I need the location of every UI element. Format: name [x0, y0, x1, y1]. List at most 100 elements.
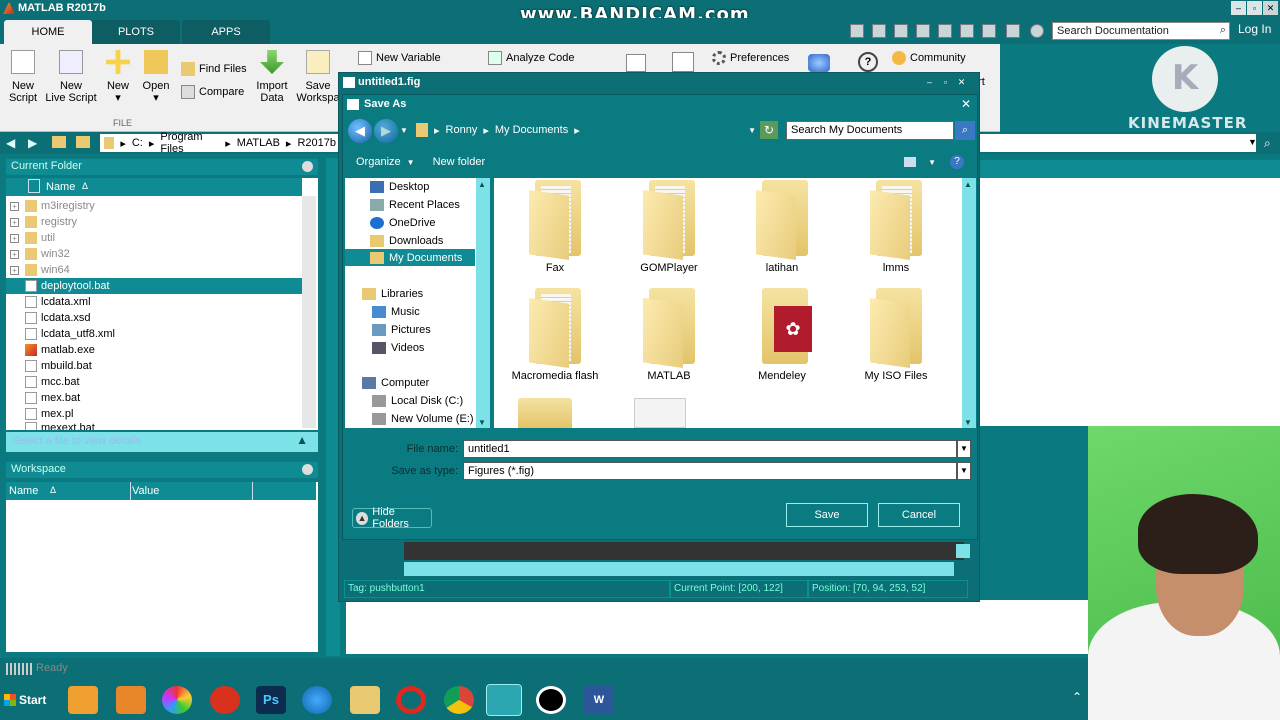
chevron-down-icon[interactable]: ▼: [957, 440, 971, 458]
scroll-down-icon[interactable]: ▼: [478, 418, 486, 427]
folder-tile[interactable]: Macromedia flash: [500, 288, 610, 382]
undo-quick-icon[interactable]: [960, 24, 974, 38]
import-data-button[interactable]: Import Data: [256, 50, 288, 104]
browse-folder-icon[interactable]: [76, 136, 90, 148]
chevron-down-icon[interactable]: ▼: [1248, 137, 1257, 147]
switch-windows-icon[interactable]: [1006, 24, 1020, 38]
new-variable-button[interactable]: New Variable: [358, 51, 441, 65]
help-quick-icon[interactable]: [1030, 24, 1044, 38]
folder-scrollbar[interactable]: [302, 196, 316, 428]
file-icon[interactable]: [634, 398, 686, 428]
open-button[interactable]: Open ▾: [140, 50, 172, 104]
current-folder-path[interactable]: ▸ C: ▸ Program Files ▸ MATLAB ▸ R2017b: [100, 131, 340, 155]
path-segment[interactable]: Program Files: [160, 131, 219, 155]
nav-item-recent-places[interactable]: Recent Places: [370, 196, 460, 213]
login-link[interactable]: Log In: [1238, 22, 1271, 36]
nav-item-new-volume[interactable]: New Volume (E:): [372, 410, 474, 427]
chevron-down-icon[interactable]: ▼: [407, 158, 415, 167]
chevron-down-icon[interactable]: ▼: [400, 126, 408, 135]
column-header-name[interactable]: Name Δ: [6, 178, 302, 196]
list-item[interactable]: + registry: [6, 214, 302, 230]
maximize-button[interactable]: ▫: [1247, 1, 1262, 15]
expand-icon[interactable]: +: [10, 265, 19, 275]
path-segment[interactable]: R2017b: [297, 137, 336, 149]
record-icon[interactable]: [536, 686, 566, 714]
forward-arrow-icon[interactable]: ▶: [374, 119, 398, 143]
save-quick-icon[interactable]: [872, 24, 886, 38]
navigation-scrollbar[interactable]: [476, 178, 490, 428]
find-files-button[interactable]: Find Files: [181, 62, 247, 76]
path-segment[interactable]: C:: [132, 137, 143, 149]
workspace-col-value[interactable]: Value: [132, 485, 159, 497]
simulink-icon[interactable]: [626, 54, 646, 72]
scroll-down-icon[interactable]: ▼: [964, 418, 972, 427]
folder-tile[interactable]: lmms: [841, 180, 951, 274]
workspace-col-name[interactable]: Name: [9, 485, 38, 497]
tab-apps[interactable]: APPS: [182, 20, 270, 44]
close-icon[interactable]: ✕: [958, 97, 974, 111]
analyze-code-button[interactable]: Analyze Code: [488, 51, 575, 65]
minimize-button[interactable]: –: [1231, 1, 1246, 15]
nav-item-my-documents[interactable]: My Documents: [345, 249, 475, 266]
expand-icon[interactable]: +: [10, 249, 19, 259]
sublime-icon[interactable]: [116, 686, 146, 714]
explorer-icon[interactable]: [350, 686, 380, 714]
organize-button[interactable]: Organize: [356, 156, 401, 168]
nav-item-computer[interactable]: Computer: [362, 374, 429, 391]
list-item[interactable]: mex.bat: [6, 390, 302, 406]
new-script-button[interactable]: New Script: [6, 50, 40, 104]
word-icon[interactable]: W: [584, 686, 614, 714]
chevron-down-icon[interactable]: ▼: [748, 126, 756, 135]
list-item[interactable]: matlab.exe: [6, 342, 302, 358]
breadcrumb-item[interactable]: My Documents: [495, 124, 568, 136]
panel-menu-icon[interactable]: [302, 464, 313, 475]
tab-home[interactable]: HOME: [4, 20, 92, 44]
quick-access-icon[interactable]: [850, 24, 864, 38]
ie-icon[interactable]: [302, 686, 332, 714]
chevron-down-icon[interactable]: ▼: [957, 462, 971, 480]
nav-item-downloads[interactable]: Downloads: [370, 232, 443, 249]
layout-icon[interactable]: [672, 52, 694, 72]
folder-tile[interactable]: My ISO Files: [841, 288, 951, 382]
nav-item-libraries[interactable]: Libraries: [362, 285, 423, 302]
refresh-icon[interactable]: ↻: [760, 121, 778, 139]
chevron-down-icon[interactable]: ▼: [928, 158, 936, 167]
search-icon[interactable]: ⌕: [955, 121, 975, 140]
search-documentation-input[interactable]: Search Documentation ⌕: [1052, 22, 1230, 40]
add-ons-icon[interactable]: [808, 54, 830, 72]
close-button[interactable]: ✕: [1263, 1, 1278, 15]
search-icon[interactable]: ⌕: [1264, 136, 1271, 151]
chevron-up-icon[interactable]: ▲: [296, 433, 308, 447]
media-player-icon[interactable]: [68, 686, 98, 714]
picasa-icon[interactable]: [162, 686, 192, 714]
help-icon[interactable]: ?: [950, 155, 964, 169]
list-item[interactable]: + win32: [6, 246, 302, 262]
folder-tile[interactable]: Fax: [500, 180, 610, 274]
details-bar[interactable]: Select a file to view details ▲: [6, 432, 318, 452]
preferences-button[interactable]: Preferences: [712, 51, 789, 65]
cut-quick-icon[interactable]: [894, 24, 908, 38]
hide-folders-button[interactable]: ▲ Hide Folders: [352, 506, 432, 530]
list-item[interactable]: deploytool.bat: [6, 278, 302, 294]
tray-expand-icon[interactable]: ⌃: [1072, 690, 1082, 704]
search-input[interactable]: Search My Documents: [786, 121, 954, 140]
start-button[interactable]: Start: [4, 688, 54, 712]
back-arrow-icon[interactable]: ◀: [348, 119, 372, 143]
path-field-right[interactable]: [980, 134, 1256, 152]
breadcrumb-item[interactable]: Ronny: [446, 124, 478, 136]
nav-item-local-disk[interactable]: Local Disk (C:): [372, 392, 463, 409]
folder-icon[interactable]: [518, 398, 572, 428]
expand-icon[interactable]: +: [10, 217, 19, 227]
expand-icon[interactable]: +: [10, 201, 19, 211]
tab-plots[interactable]: PLOTS: [92, 20, 180, 44]
chrome-icon[interactable]: [444, 686, 474, 714]
help-icon[interactable]: ?: [858, 52, 878, 72]
list-item[interactable]: lcdata.xml: [6, 294, 302, 310]
close-button[interactable]: ✕: [954, 75, 969, 89]
back-arrow-icon[interactable]: ◀: [6, 136, 15, 150]
new-button[interactable]: New ▾: [104, 50, 132, 104]
new-live-script-button[interactable]: New Live Script: [44, 50, 98, 104]
command-window[interactable]: [346, 600, 1088, 654]
flash-icon[interactable]: [210, 686, 240, 714]
list-item[interactable]: + util: [6, 230, 302, 246]
